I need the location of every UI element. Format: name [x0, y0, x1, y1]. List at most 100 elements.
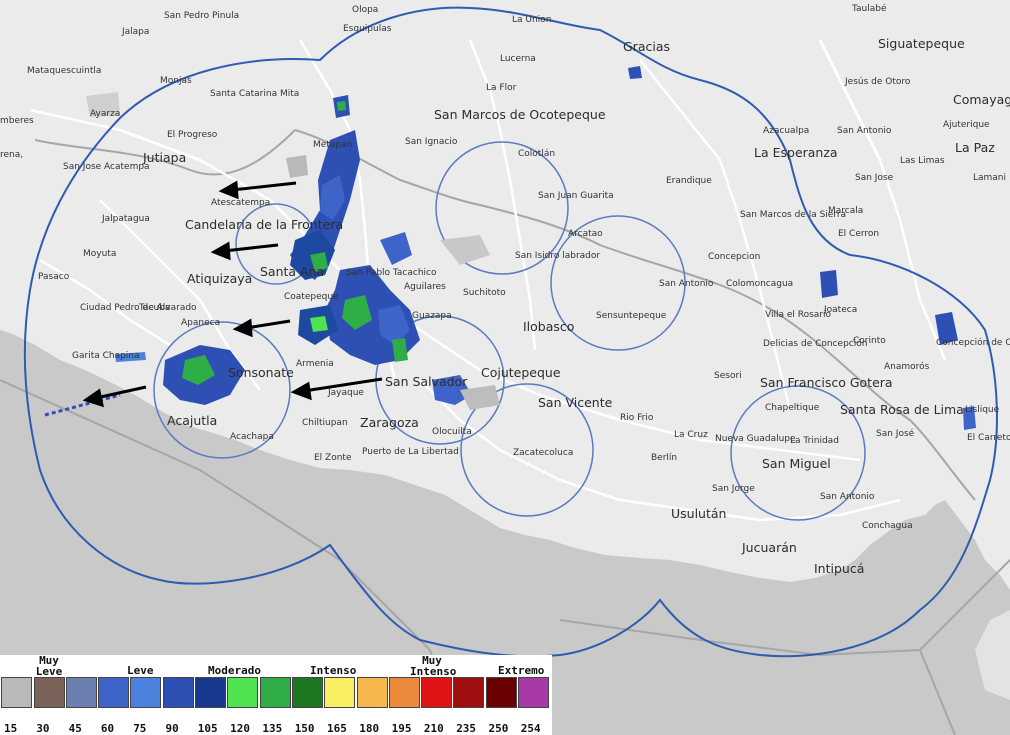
svg-text:La Cruz: La Cruz: [674, 430, 708, 440]
legend-value: 150: [294, 722, 315, 735]
svg-text:Corinto: Corinto: [853, 336, 886, 346]
legend-swatch-30: [33, 677, 65, 708]
radar-map[interactable]: Jutiapa Candelaria de la Frontera Atiqui…: [0, 0, 1010, 735]
legend-cat-intenso: Intenso: [310, 664, 357, 677]
legend-swatch-254: [518, 677, 550, 708]
svg-text:Azacualpa: Azacualpa: [763, 126, 809, 136]
label-san-marcos-ocotepeque: San Marcos de Ocotepeque: [434, 107, 606, 122]
svg-text:Ayarza: Ayarza: [90, 109, 120, 119]
svg-text:Chiltiupan: Chiltiupan: [302, 418, 348, 428]
svg-text:Rio Frio: Rio Frio: [620, 413, 654, 423]
svg-text:La Union: La Union: [512, 15, 551, 25]
svg-text:Jalpatagua: Jalpatagua: [101, 214, 150, 224]
svg-text:Ciudad Pedro de Alvarado: Ciudad Pedro de Alvarado: [80, 303, 197, 313]
legend-value: 195: [391, 722, 412, 735]
svg-text:Aguilares: Aguilares: [404, 282, 446, 292]
svg-text:Sesori: Sesori: [714, 371, 742, 381]
svg-text:Erandique: Erandique: [666, 176, 712, 186]
svg-text:La Trinidad: La Trinidad: [790, 436, 839, 446]
legend-value: 165: [327, 722, 347, 735]
svg-text:San Antonio: San Antonio: [820, 492, 875, 502]
svg-text:Jayaque: Jayaque: [327, 388, 364, 398]
legend-value: 235: [456, 722, 477, 735]
legend-swatch-75: [130, 677, 162, 708]
svg-text:Arcatao: Arcatao: [568, 229, 603, 239]
svg-text:Atescatempa: Atescatempa: [211, 198, 270, 208]
svg-text:Puerto de La Libertad: Puerto de La Libertad: [362, 447, 459, 457]
svg-text:Apaneca: Apaneca: [181, 318, 220, 328]
svg-text:Chapeltique: Chapeltique: [765, 403, 820, 413]
legend-value: 45: [68, 722, 82, 735]
legend-value: 210: [423, 722, 444, 735]
legend-swatch-250: [485, 677, 517, 708]
legend-value: 30: [36, 722, 50, 735]
svg-text:San Pedro Pinula: San Pedro Pinula: [164, 11, 239, 21]
svg-text:mberes: mberes: [0, 116, 34, 126]
svg-text:Las Limas: Las Limas: [900, 156, 945, 166]
svg-text:Berlín: Berlín: [651, 453, 677, 463]
legend-value: 135: [262, 722, 283, 735]
svg-text:El Progreso: El Progreso: [167, 130, 218, 140]
label-acajutla: Acajutla: [167, 413, 217, 428]
svg-text:San Jose: San Jose: [855, 173, 894, 183]
label-intipuca: Intipucá: [814, 561, 864, 576]
legend-swatch-15: [1, 677, 33, 708]
svg-text:San Ignacio: San Ignacio: [405, 137, 458, 147]
legend-swatch-235: [453, 677, 485, 708]
svg-text:Concepción de Oriente: Concepción de Oriente: [936, 337, 1010, 348]
legend-swatch-105: [195, 677, 227, 708]
svg-text:Concepcion: Concepcion: [708, 252, 760, 262]
legend-cat-leve: Leve: [127, 664, 154, 677]
legend-swatch-90: [162, 677, 194, 708]
svg-text:Olopa: Olopa: [352, 5, 378, 15]
svg-text:Jesús de Otoro: Jesús de Otoro: [844, 77, 911, 87]
svg-text:Conchagua: Conchagua: [862, 521, 913, 531]
legend-swatch-60: [98, 677, 130, 708]
svg-text:Guazapa: Guazapa: [412, 311, 452, 321]
svg-text:Anamorós: Anamorós: [884, 361, 930, 372]
svg-text:San José: San José: [876, 428, 915, 439]
svg-text:San Pablo Tacachico: San Pablo Tacachico: [346, 268, 437, 278]
legend-swatch-135: [259, 677, 291, 708]
svg-text:Mataquescuintla: Mataquescuintla: [27, 66, 101, 76]
legend-value: 120: [230, 722, 250, 735]
label-san-salvador: San Salvador: [385, 374, 468, 389]
svg-text:San Isidro labrador: San Isidro labrador: [515, 251, 600, 261]
svg-text:Taulabé: Taulabé: [851, 3, 887, 14]
svg-text:Lamani: Lamani: [973, 173, 1006, 183]
label-siguatepeque: Siguatepeque: [878, 36, 965, 51]
svg-text:Delicias de Concepción: Delicias de Concepción: [763, 338, 867, 349]
legend-value: 254: [520, 722, 541, 735]
legend-swatch-180: [356, 677, 388, 708]
legend-cat-muy-leve: Muy Leve: [35, 654, 63, 678]
svg-text:Garita Chapina: Garita Chapina: [72, 351, 140, 361]
legend-value: 250: [488, 722, 509, 735]
svg-text:San Juan Guarita: San Juan Guarita: [538, 191, 614, 201]
svg-text:Nueva Guadalupe: Nueva Guadalupe: [715, 434, 796, 444]
svg-text:San Antonio: San Antonio: [659, 279, 714, 289]
label-cojutepeque: Cojutepeque: [481, 365, 561, 380]
svg-text:San Marcos de la Sierra: San Marcos de la Sierra: [740, 210, 846, 220]
svg-text:Coatepeque: Coatepeque: [284, 292, 339, 302]
svg-text:San Antonio: San Antonio: [837, 126, 892, 136]
legend-value: 75: [133, 722, 147, 735]
label-san-miguel: San Miguel: [762, 456, 831, 471]
label-candelaria: Candelaria de la Frontera: [185, 217, 343, 232]
legend-swatch-150: [291, 677, 323, 708]
svg-text:San Jorge: San Jorge: [712, 484, 755, 494]
svg-text:La Flor: La Flor: [486, 83, 517, 93]
label-san-vicente: San Vicente: [538, 395, 613, 410]
svg-text:Monjas: Monjas: [160, 76, 192, 86]
svg-text:Armenia: Armenia: [296, 359, 334, 369]
label-la-paz: La Paz: [955, 140, 995, 155]
svg-text:Lucerna: Lucerna: [500, 54, 536, 64]
label-la-esperanza: La Esperanza: [754, 145, 838, 160]
svg-text:Lislique: Lislique: [965, 405, 1000, 415]
svg-text:Olocuilta: Olocuilta: [432, 427, 472, 437]
svg-text:Santa Catarina Mita: Santa Catarina Mita: [210, 89, 299, 99]
legend-value: 15: [4, 722, 18, 735]
legend-swatch-210: [421, 677, 453, 708]
label-santa-ana: Santa Ana: [260, 264, 324, 279]
legend-value: 60: [100, 722, 115, 735]
svg-text:El Carreto: El Carreto: [967, 433, 1010, 443]
